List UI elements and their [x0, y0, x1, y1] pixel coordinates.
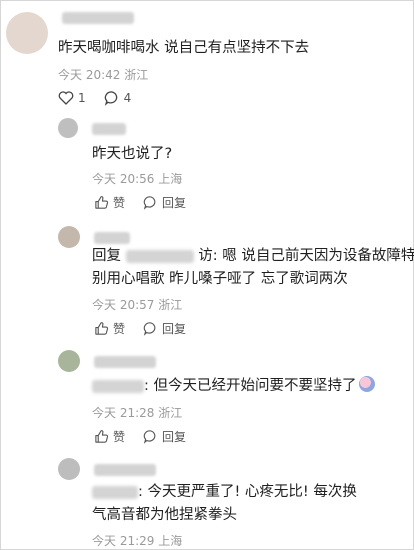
reply-button[interactable]: 回复	[143, 320, 186, 337]
like-label: 赞	[113, 196, 126, 210]
comment-location: 上海	[158, 172, 183, 186]
reply-item: 回复 访: 嗯 说自己前天因为设备故障特 别用心唱歌 昨儿嗓子哑了 忘了歌词两次…	[0, 226, 414, 346]
comment-meta: 今天 21:28 浙江	[92, 404, 182, 421]
comment-text-line2: 别用心唱歌 昨儿嗓子哑了 忘了歌词两次	[92, 271, 348, 287]
reply-button[interactable]: 回复	[143, 428, 186, 445]
like-button[interactable]: 赞	[94, 428, 125, 445]
mentioned-user-redacted[interactable]	[92, 379, 144, 393]
mentioned-user-redacted[interactable]	[92, 485, 138, 499]
comment-text-line1: 回复 访: 嗯 说自己前天因为设备故障特	[92, 244, 414, 269]
comment-button[interactable]: 4	[104, 90, 132, 106]
username-redacted[interactable]	[94, 464, 156, 476]
mentioned-user-redacted[interactable]	[125, 249, 194, 263]
comment-actions: 赞 回复	[94, 320, 186, 337]
comment-actions: 1 4	[58, 90, 131, 106]
username-redacted[interactable]	[94, 232, 130, 244]
comment-location: 浙江	[158, 406, 183, 420]
like-button[interactable]: 1	[58, 91, 86, 105]
avatar[interactable]	[58, 226, 80, 248]
comment-actions: 赞 回复	[94, 194, 186, 211]
heart-icon	[58, 91, 74, 105]
reply-bubble-icon	[143, 322, 156, 336]
like-button[interactable]: 赞	[94, 194, 125, 211]
comment-time: 今天 20:57	[92, 298, 155, 312]
comment-item: 昨天喝咖啡喝水 说自己有点坚持不下去 今天 20:42 浙江 1 4	[0, 0, 414, 120]
avatar[interactable]	[58, 350, 80, 372]
thumbs-up-icon	[95, 322, 109, 335]
reply-prefix: 回复	[92, 248, 121, 264]
reply-count: 4	[123, 91, 132, 105]
like-label: 赞	[113, 430, 126, 444]
like-count: 1	[78, 91, 86, 105]
thumbs-up-icon	[95, 196, 109, 209]
comment-text: 昨天喝咖啡喝水 说自己有点坚持不下去	[58, 40, 310, 56]
reply-label: 回复	[162, 196, 187, 210]
reply-item: 昨天也说了? 今天 20:56 上海 赞 回复	[0, 118, 414, 228]
comment-text: 今天更严重了! 心疼无比! 每次换	[147, 484, 357, 500]
reply-item: : 今天更严重了! 心疼无比! 每次换 气高音都为他捏紧拳头 今天 21:29 …	[0, 456, 414, 550]
comment-meta: 今天 21:29 上海	[92, 532, 182, 549]
reply-bubble-icon	[143, 430, 156, 444]
thumbs-up-icon	[95, 430, 109, 443]
comment-text-line2: 气高音都为他捏紧拳头	[92, 507, 237, 523]
reply-label: 回复	[162, 430, 187, 444]
reply-bubble-icon	[143, 196, 156, 210]
comment-meta: 今天 20:56 上海	[92, 170, 182, 187]
username-redacted[interactable]	[92, 123, 126, 135]
comment-location: 浙江	[158, 298, 183, 312]
comment-text: 但今天已经开始问要不要坚持了	[153, 378, 357, 394]
avatar[interactable]	[58, 118, 78, 138]
comment-time: 今天 20:56	[92, 172, 155, 186]
emoji-icon	[358, 376, 375, 392]
like-label: 赞	[113, 322, 126, 336]
comment-time: 今天 20:42	[58, 68, 121, 82]
reply-button[interactable]: 回复	[143, 194, 186, 211]
username-redacted[interactable]	[62, 12, 134, 24]
comment-time: 今天 21:28	[92, 406, 155, 420]
like-button[interactable]: 赞	[94, 320, 125, 337]
comment-text: 昨天也说了?	[92, 146, 173, 162]
avatar[interactable]	[58, 458, 80, 480]
comment-bubble-icon	[104, 91, 117, 106]
reply-label: 回复	[162, 322, 187, 336]
comment-meta: 今天 20:42 浙江	[58, 66, 148, 83]
comment-text-line1: : 今天更严重了! 心疼无比! 每次换	[92, 480, 357, 505]
comment-time: 今天 21:29	[92, 534, 155, 548]
comment-location: 浙江	[124, 68, 149, 82]
comment-text-line1: : 但今天已经开始问要不要坚持了	[92, 374, 375, 399]
comment-meta: 今天 20:57 浙江	[92, 296, 182, 313]
avatar[interactable]	[6, 12, 48, 54]
comment-text: 访: 嗯 说自己前天因为设备故障特	[198, 248, 414, 264]
comment-location: 上海	[158, 534, 183, 548]
reply-item: : 但今天已经开始问要不要坚持了 今天 21:28 浙江 赞 回复	[0, 348, 414, 448]
comment-actions: 赞 回复	[94, 428, 186, 445]
username-redacted[interactable]	[94, 356, 156, 368]
